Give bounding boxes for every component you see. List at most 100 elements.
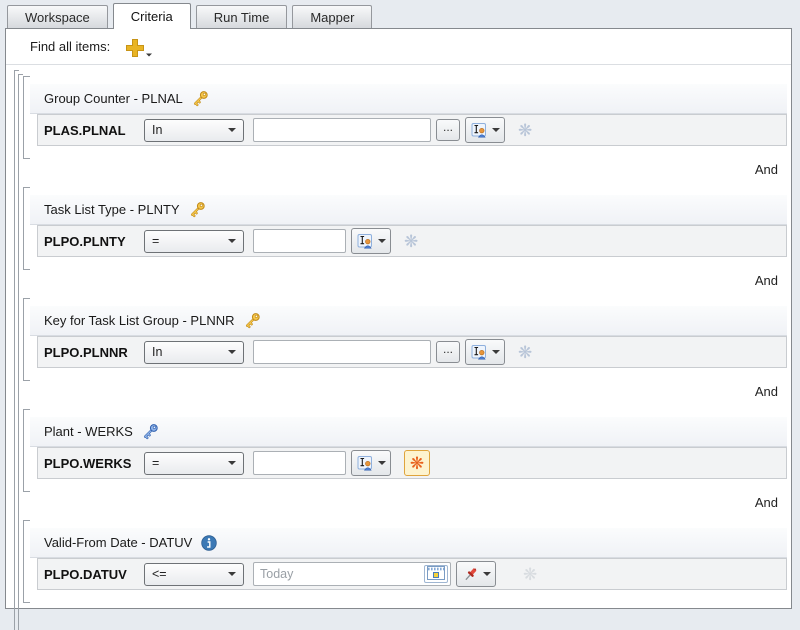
criteria-tab-page: Find all items: Group Counter - PLNAL [5, 28, 792, 609]
field-name: PLPO.WERKS [44, 456, 144, 471]
key-icon [189, 201, 206, 218]
key-icon [244, 312, 261, 329]
and-operator-label: And [755, 495, 778, 510]
value-input[interactable] [253, 118, 431, 142]
tab-run-time[interactable]: Run Time [196, 5, 288, 28]
tab-criteria[interactable]: Criteria [113, 3, 191, 29]
field-name: PLPO.PLNNR [44, 345, 144, 360]
and-row: And [30, 479, 787, 528]
criterion-panel: Plant - WERKS [30, 417, 787, 528]
criterion-title: Plant - WERKS [44, 424, 133, 439]
criterion-bracket [23, 409, 29, 492]
prompt-user-icon [471, 344, 488, 361]
pin-icon [462, 566, 479, 583]
operator-value: In [152, 123, 162, 137]
operator-dropdown[interactable]: = [144, 230, 244, 253]
tab-strip: Workspace Criteria Run Time Mapper [0, 0, 800, 28]
field-name: PLAS.PLNAL [44, 123, 144, 138]
criterion-bracket [23, 298, 29, 381]
operator-dropdown[interactable]: In [144, 119, 244, 142]
criteria-toolbar: Find all items: [6, 29, 791, 65]
value-input[interactable] [253, 229, 346, 253]
and-operator-label: And [755, 162, 778, 177]
ellipsis-button[interactable]: ... [436, 341, 460, 363]
calendar-icon [427, 566, 445, 583]
chevron-down-icon [483, 572, 491, 576]
key-icon [192, 90, 209, 107]
tab-workspace[interactable]: Workspace [7, 5, 108, 28]
calendar-button[interactable] [424, 565, 448, 583]
value-picker-dropdown[interactable] [351, 228, 391, 254]
group-bracket-outer [14, 70, 15, 630]
criterion-panel: Task List Type - PLNTY [30, 195, 787, 306]
and-operator-label: And [755, 273, 778, 288]
add-item-button[interactable] [124, 34, 154, 60]
info-icon [201, 535, 217, 551]
value-picker-dropdown[interactable] [465, 339, 505, 365]
dynamic-value-icon[interactable]: ❋ [518, 344, 532, 361]
operator-dropdown[interactable]: = [144, 452, 244, 475]
chevron-down-icon [378, 239, 386, 243]
field-name: PLPO.DATUV [44, 567, 144, 582]
criterion-bracket [23, 520, 29, 603]
and-row: And [30, 146, 787, 195]
criteria-list: Group Counter - PLNAL [30, 84, 787, 590]
chevron-down-icon [146, 53, 152, 56]
operator-dropdown[interactable]: In [144, 341, 244, 364]
and-row: And [30, 257, 787, 306]
value-input[interactable] [253, 340, 431, 364]
chevron-down-icon [228, 128, 236, 132]
dynamic-value-icon[interactable]: ❋ [404, 233, 418, 250]
criterion-row: PLPO.WERKS = [37, 447, 787, 479]
criterion-bracket [23, 76, 29, 159]
chevron-down-icon [228, 572, 236, 576]
value-input[interactable] [253, 562, 451, 586]
criterion-panel: Key for Task List Group - PLNNR [30, 306, 787, 417]
field-name: PLPO.PLNTY [44, 234, 144, 249]
criterion-panel: Group Counter - PLNAL [30, 84, 787, 195]
operator-value: = [152, 234, 159, 248]
value-picker-dropdown[interactable] [465, 117, 505, 143]
criterion-header: Group Counter - PLNAL [30, 84, 787, 114]
prompt-user-icon [357, 455, 374, 472]
operator-value: = [152, 456, 159, 470]
value-picker-dropdown[interactable] [456, 561, 496, 587]
criteria-list-area: Group Counter - PLNAL [6, 65, 791, 590]
and-operator-label: And [755, 384, 778, 399]
criterion-row: PLPO.PLNNR In [37, 336, 787, 368]
dynamic-value-icon[interactable]: ❋ [518, 122, 532, 139]
chevron-down-icon [492, 350, 500, 354]
criterion-panel: Valid-From Date - DATUV [30, 528, 787, 590]
key-icon-blue [142, 423, 159, 440]
chevron-down-icon [228, 239, 236, 243]
value-input[interactable] [253, 451, 346, 475]
criterion-title: Task List Type - PLNTY [44, 202, 180, 217]
value-picker-dropdown[interactable] [351, 450, 391, 476]
and-row: And [30, 368, 787, 417]
find-all-items-label: Find all items: [30, 39, 110, 54]
operator-value: In [152, 345, 162, 359]
chevron-down-icon [492, 128, 500, 132]
prompt-user-icon [471, 122, 488, 139]
tab-mapper[interactable]: Mapper [292, 5, 372, 28]
dynamic-value-icon[interactable]: ❋ [404, 450, 430, 476]
criterion-header: Plant - WERKS [30, 417, 787, 447]
dynamic-value-icon[interactable]: ❋ [523, 566, 537, 583]
chevron-down-icon [228, 461, 236, 465]
operator-value: <= [152, 567, 167, 581]
criterion-row: PLPO.PLNTY = [37, 225, 787, 257]
criterion-row: PLPO.DATUV <= [37, 558, 787, 590]
criterion-header: Key for Task List Group - PLNNR [30, 306, 787, 336]
prompt-user-icon [357, 233, 374, 250]
chevron-down-icon [378, 461, 386, 465]
group-bracket-inner [18, 74, 19, 630]
criterion-header: Valid-From Date - DATUV [30, 528, 787, 558]
criterion-bracket [23, 187, 29, 270]
operator-dropdown[interactable]: <= [144, 563, 244, 586]
criterion-header: Task List Type - PLNTY [30, 195, 787, 225]
ellipsis-button[interactable]: ... [436, 119, 460, 141]
chevron-down-icon [228, 350, 236, 354]
criterion-title: Key for Task List Group - PLNNR [44, 313, 235, 328]
criterion-title: Group Counter - PLNAL [44, 91, 183, 106]
criterion-row: PLAS.PLNAL In [37, 114, 787, 146]
